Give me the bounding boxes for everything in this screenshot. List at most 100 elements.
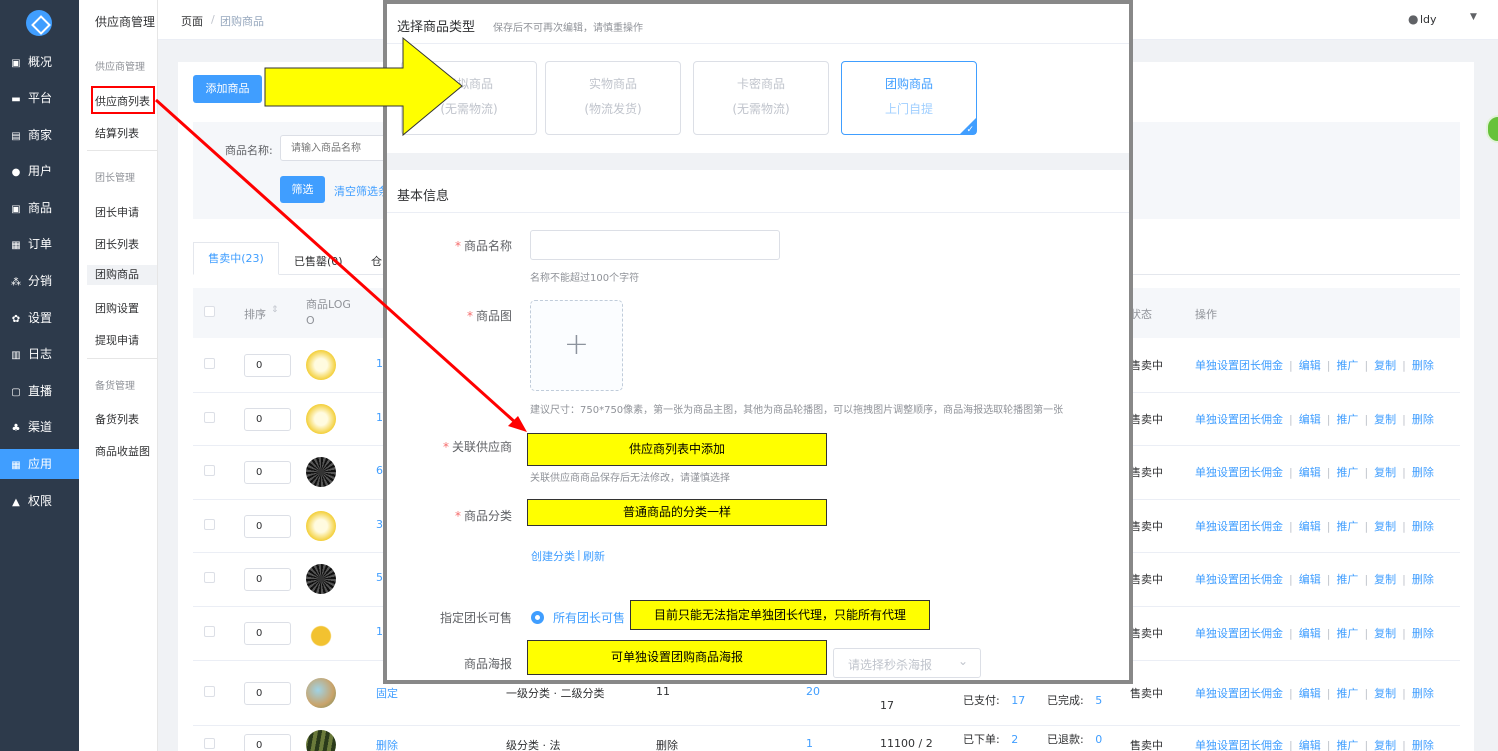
filter-button[interactable]: 筛选	[280, 176, 325, 203]
sort-input[interactable]: 0	[244, 514, 291, 538]
promote-link[interactable]: 推广	[1336, 573, 1358, 586]
row-checkbox[interactable]	[204, 738, 215, 749]
goods-stock[interactable]: 20	[806, 685, 820, 698]
tab-warehouse[interactable]: 仓	[371, 253, 382, 269]
clear-filter-link[interactable]: 清空筛选条	[334, 183, 389, 199]
row-checkbox[interactable]	[204, 358, 215, 369]
copy-link[interactable]: 复制	[1374, 520, 1396, 533]
submenu-group-goods[interactable]: 团购商品	[87, 265, 157, 285]
set-commission-link[interactable]: 单独设置团长佣金	[1195, 573, 1283, 586]
goods-name-link[interactable]: 5	[376, 571, 383, 584]
select-all-checkbox[interactable]	[204, 306, 215, 317]
set-commission-link[interactable]: 单独设置团长佣金	[1195, 687, 1283, 700]
copy-link[interactable]: 复制	[1374, 466, 1396, 479]
nav-channel[interactable]: ♣ 渠道	[0, 412, 79, 442]
breadcrumb-home[interactable]: 页面	[181, 13, 203, 29]
goods-name-link[interactable]: 6	[376, 464, 383, 477]
user-icon[interactable]: ●	[1408, 12, 1418, 26]
nav-log[interactable]: ▥ 日志	[0, 339, 79, 369]
copy-link[interactable]: 复制	[1374, 573, 1396, 586]
submenu-leader-apply[interactable]: 团长申请	[95, 204, 139, 220]
order-stat-value[interactable]: 5	[1092, 694, 1102, 707]
radio-all-leaders-label[interactable]: 所有团长可售	[553, 609, 629, 626]
add-goods-button[interactable]: 添加商品	[193, 75, 262, 103]
username[interactable]: ldy	[1420, 13, 1437, 26]
edit-link[interactable]: 编辑	[1299, 627, 1321, 640]
nav-order[interactable]: ▦ 订单	[0, 229, 79, 259]
copy-link[interactable]: 复制	[1374, 739, 1396, 751]
row-checkbox[interactable]	[204, 411, 215, 423]
goods-name-field[interactable]	[530, 230, 780, 260]
edit-link[interactable]: 编辑	[1299, 573, 1321, 586]
copy-link[interactable]: 复制	[1374, 413, 1396, 426]
nav-permission[interactable]: ▲ 权限	[0, 486, 79, 516]
copy-link[interactable]: 复制	[1374, 359, 1396, 372]
tab-soldout[interactable]: 已售罄(0)	[294, 253, 343, 269]
type-card-virtual[interactable]: 虚拟商品 (无需物流)	[401, 61, 537, 135]
order-stat-value[interactable]: 2	[1008, 733, 1018, 746]
edit-link[interactable]: 编辑	[1299, 359, 1321, 372]
radio-all-leaders[interactable]	[531, 611, 544, 624]
poster-select[interactable]: 请选择秒杀海报 ⌄	[833, 648, 981, 678]
edit-link[interactable]: 编辑	[1299, 739, 1321, 751]
delete-link[interactable]: 删除	[1412, 739, 1434, 751]
copy-link[interactable]: 复制	[1374, 687, 1396, 700]
create-category-link[interactable]: 创建分类	[531, 548, 575, 564]
row-checkbox[interactable]	[204, 572, 215, 583]
delete-link[interactable]: 删除	[1412, 466, 1434, 479]
set-commission-link[interactable]: 单独设置团长佣金	[1195, 413, 1283, 426]
row-checkbox[interactable]	[204, 626, 215, 637]
floating-badge-icon[interactable]	[1486, 115, 1498, 143]
type-card-physical[interactable]: 实物商品 (物流发货)	[545, 61, 681, 135]
goods-name-link[interactable]: 1	[376, 357, 383, 370]
type-card-group[interactable]: 团购商品 上门自提 ✓	[841, 61, 977, 135]
submenu-leader-list[interactable]: 团长列表	[95, 236, 139, 252]
promote-link[interactable]: 推广	[1336, 466, 1358, 479]
nav-distribution[interactable]: ⁂ 分销	[0, 266, 79, 296]
nav-apps[interactable]: ▦ 应用	[0, 449, 79, 479]
submenu-settlement-list[interactable]: 结算列表	[95, 125, 139, 141]
copy-link[interactable]: 复制	[1374, 627, 1396, 640]
goods-name-input[interactable]	[280, 135, 390, 161]
row-checkbox[interactable]	[204, 465, 215, 476]
caret-down-icon[interactable]: ▼	[1470, 12, 1477, 22]
delete-link[interactable]: 删除	[1412, 573, 1434, 586]
delete-link[interactable]: 删除	[1412, 359, 1434, 372]
sort-input[interactable]: 0	[244, 622, 291, 645]
nav-platform[interactable]: ▬ 平台	[0, 83, 79, 113]
promote-link[interactable]: 推广	[1336, 627, 1358, 640]
sort-caret-icon[interactable]: ⇕	[271, 305, 279, 315]
set-commission-link[interactable]: 单独设置团长佣金	[1195, 359, 1283, 372]
sort-input[interactable]: 0	[244, 681, 291, 705]
delete-link[interactable]: 删除	[1412, 627, 1434, 640]
tab-selling[interactable]: 售卖中(23)	[193, 242, 279, 275]
edit-link[interactable]: 编辑	[1299, 413, 1321, 426]
type-card-card[interactable]: 卡密商品 (无需物流)	[693, 61, 829, 135]
edit-link[interactable]: 编辑	[1299, 466, 1321, 479]
image-upload-plus-icon[interactable]: +	[530, 300, 623, 391]
promote-link[interactable]: 推广	[1336, 359, 1358, 372]
promote-link[interactable]: 推广	[1336, 520, 1358, 533]
nav-merchant[interactable]: ▤ 商家	[0, 120, 79, 150]
goods-name-link[interactable]: 删除	[376, 737, 398, 751]
goods-stock[interactable]: 1	[806, 737, 813, 750]
nav-overview[interactable]: ▣ 概况	[0, 47, 79, 77]
submenu-stock-list[interactable]: 备货列表	[95, 411, 139, 427]
submenu-withdraw-apply[interactable]: 提现申请	[95, 332, 139, 348]
sort-input[interactable]: 0	[244, 407, 291, 431]
sort-input[interactable]: 0	[244, 734, 291, 751]
delete-link[interactable]: 删除	[1412, 413, 1434, 426]
submenu-goods-income[interactable]: 商品收益图	[95, 443, 150, 459]
edit-link[interactable]: 编辑	[1299, 687, 1321, 700]
set-commission-link[interactable]: 单独设置团长佣金	[1195, 466, 1283, 479]
goods-name-link[interactable]: 1	[376, 411, 383, 424]
nav-settings[interactable]: ✿ 设置	[0, 303, 79, 333]
promote-link[interactable]: 推广	[1336, 413, 1358, 426]
sort-input[interactable]: 0	[244, 354, 291, 377]
order-stat-value[interactable]: 17	[1008, 694, 1025, 707]
goods-name-link[interactable]: 固定	[376, 685, 398, 701]
set-commission-link[interactable]: 单独设置团长佣金	[1195, 739, 1283, 751]
goods-name-link[interactable]: 1	[376, 625, 383, 638]
sort-input[interactable]: 0	[244, 461, 291, 484]
row-checkbox[interactable]	[204, 685, 215, 697]
